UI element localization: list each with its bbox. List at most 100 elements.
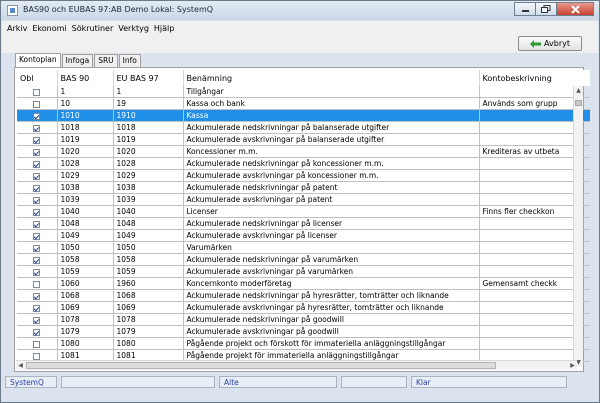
- bas90-cell[interactable]: 1010: [57, 109, 114, 122]
- table-row[interactable]: 1019 1019 Ackumulerade avskrivningar på ba…: [17, 133, 590, 146]
- column-header-benamning[interactable]: Benämning: [183, 70, 480, 86]
- table-row[interactable]: 1048 1048 Ackumulerade nedskrivningar på l…: [17, 217, 590, 230]
- maximize-button[interactable]: [535, 2, 557, 16]
- obl-checkbox[interactable]: [33, 340, 41, 348]
- table-row[interactable]: 1060 1960 Koncernkonto moderföretag Gemensa…: [17, 277, 590, 290]
- eubas97-cell[interactable]: 1020: [113, 145, 184, 158]
- eubas97-cell[interactable]: 1039: [113, 193, 184, 206]
- eubas97-cell[interactable]: 1960: [113, 277, 184, 290]
- bas90-cell[interactable]: 1048: [57, 217, 114, 230]
- bas90-cell[interactable]: 1059: [57, 265, 114, 278]
- obl-checkbox[interactable]: [33, 196, 41, 204]
- benamning-cell[interactable]: Ackumulerade nedskrivningar på hyresrätt…: [183, 289, 480, 302]
- vertical-scrollbar[interactable]: ▲ ▼: [573, 86, 583, 367]
- benamning-cell[interactable]: Ackumulerade avskrivningar på koncession…: [183, 169, 480, 182]
- table-row[interactable]: 1038 1038 Ackumulerade nedskrivningar på p…: [17, 181, 590, 194]
- benamning-cell[interactable]: Koncessioner m.m.: [183, 145, 480, 158]
- bas90-cell[interactable]: 1060: [57, 277, 114, 290]
- table-row[interactable]: 1010 1910 Kassa: [17, 109, 590, 122]
- column-header-eubas97[interactable]: EU BAS 97: [113, 70, 184, 86]
- scroll-up-icon[interactable]: ▲: [574, 86, 583, 95]
- table-row[interactable]: 1079 1079 Ackumulerade avskrivningar på go…: [17, 325, 590, 338]
- table-row[interactable]: 1 1 Tillgångar: [17, 86, 590, 98]
- table-row[interactable]: 1068 1068 Ackumulerade nedskrivningar på h…: [17, 289, 590, 302]
- menu-ekonomi[interactable]: Ekonomi: [32, 24, 66, 33]
- eubas97-cell[interactable]: 1028: [113, 157, 184, 170]
- eubas97-cell[interactable]: 1068: [113, 289, 184, 302]
- eubas97-cell[interactable]: 1078: [113, 313, 184, 326]
- obl-checkbox[interactable]: [33, 136, 41, 144]
- eubas97-cell[interactable]: 1040: [113, 205, 184, 218]
- tab-kontoplan[interactable]: Kontoplan: [15, 53, 61, 67]
- eubas97-cell[interactable]: 1910: [113, 109, 184, 122]
- bas90-cell[interactable]: 1040: [57, 205, 114, 218]
- benamning-cell[interactable]: Tillgångar: [183, 86, 480, 98]
- obl-checkbox[interactable]: [33, 316, 41, 324]
- obl-checkbox[interactable]: [33, 208, 41, 216]
- obl-checkbox[interactable]: [33, 256, 41, 264]
- eubas97-cell[interactable]: 1048: [113, 217, 184, 230]
- eubas97-cell[interactable]: 1: [113, 86, 184, 98]
- column-header-bas90[interactable]: BAS 90: [57, 70, 114, 86]
- bas90-cell[interactable]: 1058: [57, 253, 114, 266]
- obl-checkbox[interactable]: [33, 280, 41, 288]
- benamning-cell[interactable]: Ackumulerade avskrivningar på patent: [183, 193, 480, 206]
- eubas97-cell[interactable]: 1079: [113, 325, 184, 338]
- bas90-cell[interactable]: 1049: [57, 229, 114, 242]
- bas90-cell[interactable]: 1: [57, 86, 114, 98]
- benamning-cell[interactable]: Ackumulerade nedskrivningar på balansera…: [183, 121, 480, 134]
- horizontal-scrollbar[interactable]: ◀ ▶: [16, 360, 577, 370]
- eubas97-cell[interactable]: 1059: [113, 265, 184, 278]
- obl-checkbox[interactable]: [33, 220, 41, 228]
- horizontal-scroll-thumb[interactable]: [26, 362, 496, 369]
- obl-checkbox[interactable]: [33, 268, 41, 276]
- table-row[interactable]: 1018 1018 Ackumulerade nedskrivningar på b…: [17, 121, 590, 134]
- table-row[interactable]: 1058 1058 Ackumulerade nedskrivningar på v…: [17, 253, 590, 266]
- tab-infoga[interactable]: Infoga: [61, 54, 94, 67]
- benamning-cell[interactable]: Ackumulerade nedskrivningar på goodwill: [183, 313, 480, 326]
- benamning-cell[interactable]: Ackumulerade avskrivningar på balanserad…: [183, 133, 480, 146]
- bas90-cell[interactable]: 1039: [57, 193, 114, 206]
- obl-checkbox[interactable]: [33, 304, 41, 312]
- bas90-cell[interactable]: 10: [57, 97, 114, 110]
- bas90-cell[interactable]: 1019: [57, 133, 114, 146]
- benamning-cell[interactable]: Pågående projekt och förskott för immate…: [183, 337, 480, 350]
- eubas97-cell[interactable]: 1080: [113, 337, 184, 350]
- menu-sokrutiner[interactable]: Sökrutiner: [72, 24, 114, 33]
- obl-checkbox[interactable]: [33, 88, 41, 96]
- eubas97-cell[interactable]: 1069: [113, 301, 184, 314]
- bas90-cell[interactable]: 1018: [57, 121, 114, 134]
- benamning-cell[interactable]: Ackumulerade nedskrivningar på koncessio…: [183, 157, 480, 170]
- menu-verktyg[interactable]: Verktyg: [118, 24, 149, 33]
- obl-checkbox[interactable]: [33, 352, 41, 360]
- table-row[interactable]: 1069 1069 Ackumulerade avskrivningar på hy…: [17, 301, 590, 314]
- bas90-cell[interactable]: 1068: [57, 289, 114, 302]
- obl-checkbox[interactable]: [33, 160, 41, 168]
- column-header-kontobeskrivning[interactable]: Kontobeskrivning: [479, 70, 590, 86]
- column-header-obl[interactable]: Obl: [17, 70, 58, 86]
- table-row[interactable]: 1028 1028 Ackumulerade nedskrivningar på k…: [17, 157, 590, 170]
- eubas97-cell[interactable]: 1038: [113, 181, 184, 194]
- benamning-cell[interactable]: Kassa och bank: [183, 97, 480, 110]
- benamning-cell[interactable]: Ackumulerade avskrivningar på licenser: [183, 229, 480, 242]
- bas90-cell[interactable]: 1028: [57, 157, 114, 170]
- tab-sru[interactable]: SRU: [94, 54, 118, 67]
- table-row[interactable]: 1049 1049 Ackumulerade avskrivningar på li…: [17, 229, 590, 242]
- bas90-cell[interactable]: 1029: [57, 169, 114, 182]
- vertical-scroll-thumb[interactable]: [575, 100, 582, 106]
- obl-checkbox[interactable]: [33, 112, 41, 120]
- table-row[interactable]: 1050 1050 Varumärken: [17, 241, 590, 254]
- obl-checkbox[interactable]: [33, 124, 41, 132]
- obl-checkbox[interactable]: [33, 184, 41, 192]
- table-row[interactable]: 1078 1078 Ackumulerade nedskrivningar på g…: [17, 313, 590, 326]
- bas90-cell[interactable]: 1079: [57, 325, 114, 338]
- table-row[interactable]: 1080 1080 Pågående projekt och förskott fö…: [17, 337, 590, 350]
- benamning-cell[interactable]: Ackumulerade avskrivningar på goodwill: [183, 325, 480, 338]
- tab-info[interactable]: Info: [118, 54, 141, 67]
- eubas97-cell[interactable]: 1050: [113, 241, 184, 254]
- minimize-button[interactable]: [514, 2, 536, 16]
- eubas97-cell[interactable]: 1018: [113, 121, 184, 134]
- bas90-cell[interactable]: 1038: [57, 181, 114, 194]
- obl-checkbox[interactable]: [33, 172, 41, 180]
- cancel-button[interactable]: Avbryt: [518, 36, 582, 51]
